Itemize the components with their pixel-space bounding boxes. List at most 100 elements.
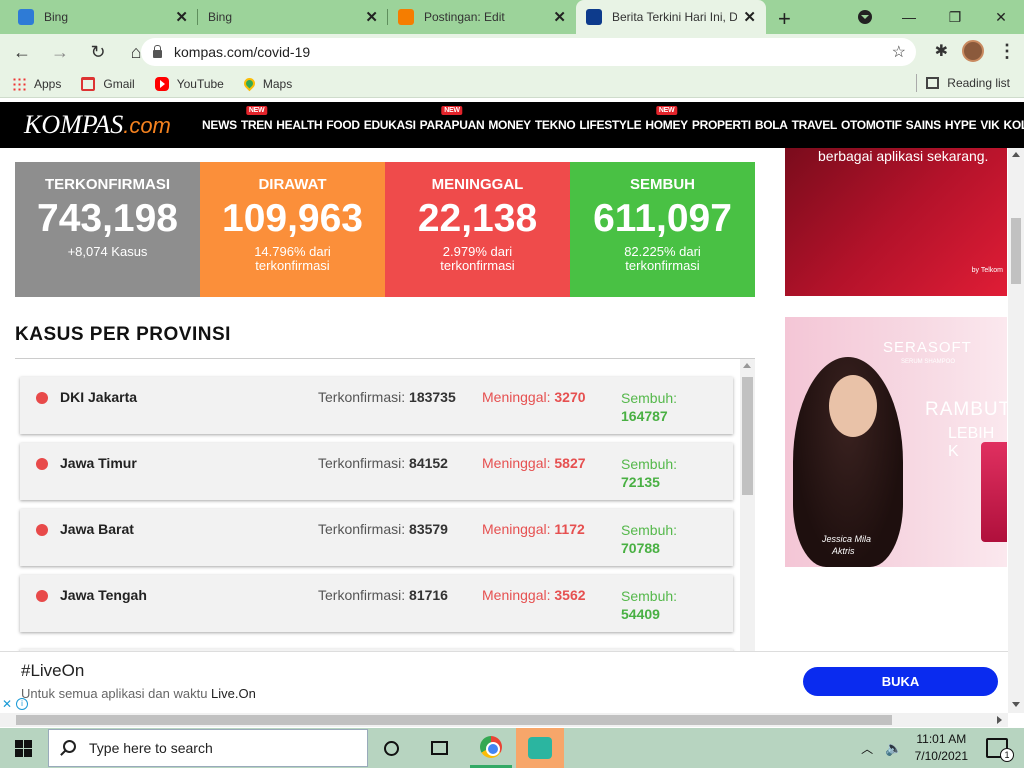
province-name: DKI Jakarta xyxy=(60,389,138,405)
province-row[interactable]: Jawa Barat Terkonfirmasi: 83579 Meninggal:… xyxy=(20,509,733,566)
province-row[interactable]: Jawa Timur Terkonfirmasi: 84152 Meninggal:… xyxy=(20,443,733,500)
reading-list-button[interactable]: Reading list xyxy=(916,74,1010,92)
scroll-thumb[interactable] xyxy=(1011,218,1021,284)
tab-bing-2[interactable]: Bing ✕ xyxy=(198,0,388,34)
province-name: Jawa Barat xyxy=(60,521,134,537)
minimize-icon[interactable]: — xyxy=(886,9,932,25)
tab-title: Bing xyxy=(44,10,69,24)
close-icon[interactable]: ✕ xyxy=(743,8,756,26)
scroll-thumb[interactable] xyxy=(16,715,892,725)
chrome-icon xyxy=(480,736,502,758)
page-vertical-scrollbar[interactable] xyxy=(1008,148,1024,713)
bookmark-star-icon[interactable]: ☆ xyxy=(892,42,906,62)
ad-text: berbagai aplikasi sekarang. xyxy=(818,148,989,164)
scroll-thumb[interactable] xyxy=(742,377,753,495)
bookmark-youtube[interactable]: YouTube xyxy=(154,76,224,91)
cortana-icon[interactable] xyxy=(384,741,399,756)
nav-item-homey[interactable]: HOMEY NEW xyxy=(645,106,688,132)
tab-blogger[interactable]: Postingan: Edit ✕ xyxy=(388,0,576,34)
nav-item-bola[interactable]: BOLA xyxy=(755,118,788,132)
nav-item-sains[interactable]: SAINS xyxy=(906,118,941,132)
nav-item-food[interactable]: FOOD xyxy=(326,118,360,132)
windows-start-icon[interactable] xyxy=(15,740,32,757)
stat-value: 743,198 xyxy=(37,197,178,240)
nav-item-news[interactable]: NEWS xyxy=(202,118,237,132)
bing-icon xyxy=(18,9,34,25)
forward-icon[interactable]: → xyxy=(44,42,76,63)
close-icon[interactable]: ✕ xyxy=(553,8,566,26)
page-horizontal-scrollbar[interactable] xyxy=(0,713,1008,727)
notification-icon[interactable]: 1 xyxy=(986,738,1014,762)
taskbar-key-app[interactable] xyxy=(516,728,564,768)
tab-search-icon[interactable] xyxy=(858,10,872,24)
nav-item-tren[interactable]: TREN NEW xyxy=(241,106,273,132)
scroll-up-icon[interactable] xyxy=(1012,152,1020,157)
scroll-up-icon[interactable] xyxy=(743,363,751,368)
scroll-down-icon[interactable] xyxy=(1012,702,1020,707)
close-icon[interactable]: ✕ xyxy=(175,8,188,26)
restore-icon[interactable]: ❐ xyxy=(932,9,978,26)
bookmarks-bar: Apps Gmail YouTube Maps Reading list xyxy=(0,70,1024,98)
nav-item-edukasi[interactable]: EDUKASI xyxy=(364,118,416,132)
nav-item-otomotif[interactable]: OTOMOTIF xyxy=(841,118,902,132)
reload-icon[interactable]: ↻ xyxy=(82,42,114,63)
province-list-scrollbar[interactable] xyxy=(740,359,755,651)
nav-item-health[interactable]: HEALTH xyxy=(276,118,322,132)
extensions-icon[interactable]: ✱ xyxy=(935,41,948,61)
nav-item-hype[interactable]: HYPE xyxy=(945,118,977,132)
province-recovered: Sembuh: 54409 xyxy=(621,588,678,622)
reading-list-label: Reading list xyxy=(947,76,1010,90)
liveon-banner: #LiveOn Untuk semua aplikasi dan waktu L… xyxy=(0,651,1008,713)
nav-item-money[interactable]: MONEY xyxy=(488,118,531,132)
ad-model-face xyxy=(829,375,877,437)
ad-close-icon[interactable]: ✕ xyxy=(2,697,12,711)
province-name: Jawa Tengah xyxy=(60,587,147,603)
tab-bing-1[interactable]: Bing ✕ xyxy=(8,0,198,34)
clock[interactable]: 11:01 AM 7/10/2021 xyxy=(915,731,968,765)
bookmark-gmail[interactable]: Gmail xyxy=(81,76,135,91)
blogger-icon xyxy=(398,9,414,25)
stat-sub: 2.979% dari terkonfirmasi xyxy=(440,244,515,273)
new-tab-button[interactable]: + xyxy=(778,6,791,32)
buka-button[interactable]: BUKA xyxy=(803,667,998,696)
address-bar[interactable]: kompas.com/covid-19 ☆ xyxy=(141,38,916,66)
nav-item-parapuan[interactable]: PARAPUAN NEW xyxy=(420,106,485,132)
close-icon[interactable]: ✕ xyxy=(365,8,378,26)
stat-value: 22,138 xyxy=(417,197,538,240)
nav-item-travel[interactable]: TRAVEL xyxy=(792,118,838,132)
tab-title: Berita Terkini Hari Ini, Di xyxy=(612,10,738,24)
ad-brand: SERASOFT xyxy=(883,339,972,356)
province-deaths: Meninggal: 5827 xyxy=(482,455,586,471)
reading-list-icon xyxy=(926,77,940,89)
province-recovered: Sembuh: 72135 xyxy=(621,456,678,490)
serasoft-ad[interactable]: SERASOFT SERUM SHAMPOO RAMBUT LEBIH K Je… xyxy=(785,317,1007,567)
nav-item-lifestyle[interactable]: LIFESTYLE xyxy=(579,118,641,132)
speaker-icon[interactable]: 🔈 xyxy=(885,740,902,757)
nav-item-properti[interactable]: PROPERTI xyxy=(692,118,751,132)
close-window-icon[interactable]: ✕ xyxy=(978,9,1024,26)
bookmark-maps[interactable]: Maps xyxy=(241,75,292,92)
province-name: Jawa Timur xyxy=(60,455,137,471)
province-row[interactable]: Jawa Tengah Terkonfirmasi: 81716 Meninggal… xyxy=(20,575,733,632)
province-row[interactable]: DKI Jakarta Terkonfirmasi: 183735 Meningga… xyxy=(20,377,733,434)
kompas-logo[interactable]: KOMPAS.com xyxy=(24,110,171,140)
back-icon[interactable]: ← xyxy=(6,42,38,63)
youtube-icon xyxy=(154,76,169,91)
nav-item-kolom[interactable]: KOLOM xyxy=(1003,118,1024,132)
province-confirmed: Terkonfirmasi: 81716 xyxy=(318,587,448,603)
tab-kompas[interactable]: Berita Terkini Hari Ini, Di ✕ xyxy=(576,0,766,34)
scroll-right-icon[interactable] xyxy=(997,716,1002,724)
telkom-ad[interactable]: berbagai aplikasi sekarang. by Telkom xyxy=(785,148,1007,296)
taskbar-chrome[interactable] xyxy=(470,728,512,768)
task-view-icon[interactable] xyxy=(431,741,448,755)
ad-info-icon[interactable]: i xyxy=(16,698,28,710)
nav-item-tekno[interactable]: TEKNO xyxy=(535,118,576,132)
chevron-up-icon[interactable]: ︿ xyxy=(861,740,873,757)
profile-avatar[interactable] xyxy=(962,40,984,62)
taskbar-search-input[interactable]: Type here to search xyxy=(48,729,368,767)
chrome-menu-icon[interactable]: ⋮ xyxy=(998,41,1016,62)
lock-icon[interactable] xyxy=(153,45,162,58)
province-confirmed: Terkonfirmasi: 183735 xyxy=(318,389,456,405)
bookmark-apps[interactable]: Apps xyxy=(12,76,61,91)
nav-item-vik[interactable]: VIK xyxy=(980,118,999,132)
